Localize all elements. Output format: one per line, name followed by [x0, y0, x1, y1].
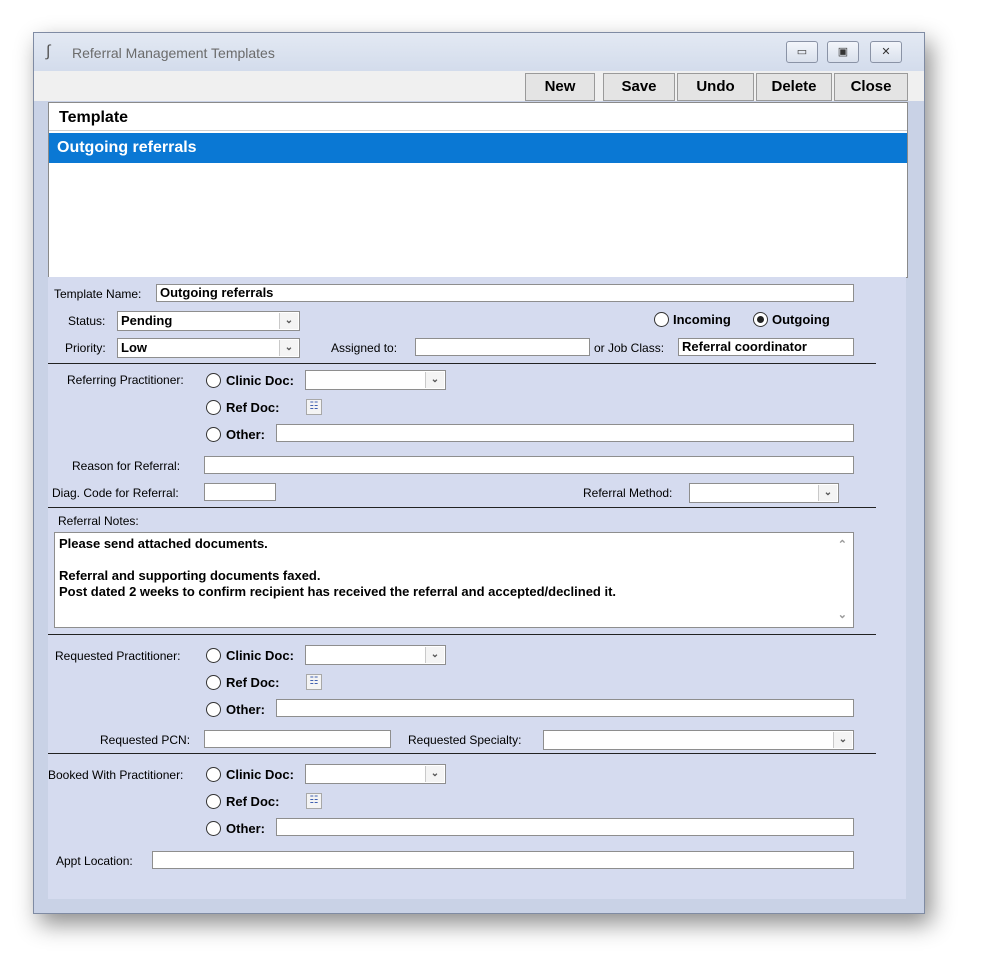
requested-clinic-doc-select[interactable]: ⌄ [305, 645, 446, 665]
notes-line [59, 552, 825, 568]
outgoing-label: Outgoing [772, 312, 830, 327]
booked-other-input[interactable] [276, 818, 854, 836]
outgoing-radio[interactable] [753, 312, 768, 327]
chevron-down-icon: ⌄ [818, 485, 837, 501]
appt-location-label: Appt Location: [56, 854, 133, 868]
booked-ref-doc-lookup-icon[interactable]: ☷ [306, 793, 322, 809]
app-icon: ∫ [46, 43, 51, 60]
minimize-icon: ▭ [796, 46, 808, 58]
new-button[interactable]: New [525, 73, 595, 101]
referral-notes-label: Referral Notes: [58, 514, 139, 528]
close-button[interactable]: Close [834, 73, 908, 101]
chevron-down-icon: ⌄ [279, 313, 298, 329]
job-class-input[interactable]: Referral coordinator [678, 338, 854, 356]
requested-pcn-label: Requested PCN: [100, 733, 191, 747]
maximize-icon: ▣ [837, 46, 849, 58]
incoming-label: Incoming [673, 312, 731, 327]
job-class-label: or Job Class: [594, 341, 665, 355]
section-divider [48, 753, 876, 754]
chevron-down-icon: ⌄ [425, 372, 444, 388]
requested-clinic-doc-label: Clinic Doc: [226, 648, 294, 663]
appt-location-input[interactable] [152, 851, 854, 869]
close-icon: ✕ [881, 46, 891, 58]
template-list[interactable]: Template Outgoing referrals [48, 102, 908, 278]
status-select[interactable]: Pending ⌄ [117, 311, 300, 331]
referring-other-radio[interactable] [206, 427, 221, 442]
status-value: Pending [121, 313, 173, 328]
requested-ref-doc-label: Ref Doc: [226, 675, 280, 690]
template-name-label: Template Name: [54, 287, 142, 301]
notes-line: Referral and supporting documents faxed. [59, 568, 321, 583]
requested-practitioner-label: Requested Practitioner: [55, 649, 181, 663]
section-divider [48, 363, 876, 364]
priority-label: Priority: [65, 341, 106, 355]
maximize-button[interactable]: ▣ [827, 41, 859, 63]
referring-clinic-doc-select[interactable]: ⌄ [305, 370, 446, 390]
chevron-down-icon: ⌄ [425, 647, 444, 663]
booked-practitioner-label: Booked With Practitioner: [48, 768, 184, 782]
requested-pcn-input[interactable] [204, 730, 391, 748]
priority-value: Low [121, 340, 147, 355]
referring-clinic-doc-radio[interactable] [206, 373, 221, 388]
assigned-to-input[interactable] [415, 338, 590, 356]
section-divider [48, 634, 876, 635]
referring-other-label: Other: [226, 427, 265, 442]
referring-clinic-doc-label: Clinic Doc: [226, 373, 294, 388]
booked-ref-doc-label: Ref Doc: [226, 794, 280, 809]
minimize-button[interactable]: ▭ [786, 41, 818, 63]
referring-other-input[interactable] [276, 424, 854, 442]
requested-other-input[interactable] [276, 699, 854, 717]
requested-other-label: Other: [226, 702, 265, 717]
notes-line: Please send attached documents. [59, 536, 268, 551]
booked-other-label: Other: [226, 821, 265, 836]
booked-ref-doc-radio[interactable] [206, 794, 221, 809]
booked-clinic-doc-radio[interactable] [206, 767, 221, 782]
requested-ref-doc-radio[interactable] [206, 675, 221, 690]
requested-specialty-label: Requested Specialty: [408, 733, 522, 747]
referral-method-select[interactable]: ⌄ [689, 483, 839, 503]
requested-ref-doc-lookup-icon[interactable]: ☷ [306, 674, 322, 690]
incoming-radio[interactable] [654, 312, 669, 327]
scroll-up-icon[interactable]: ⌃ [838, 537, 847, 553]
template-column-header: Template [49, 103, 907, 131]
template-row[interactable]: Outgoing referrals [49, 133, 907, 163]
toolbar: New Save Undo Delete Close [34, 71, 924, 101]
diag-code-label: Diag. Code for Referral: [52, 486, 179, 500]
requested-specialty-select[interactable]: ⌄ [543, 730, 854, 750]
referral-templates-window: ∫ Referral Management Templates ▭ ▣ ✕ Ne… [33, 32, 925, 914]
delete-button[interactable]: Delete [756, 73, 832, 101]
chevron-down-icon: ⌄ [833, 732, 852, 748]
window-title: Referral Management Templates [72, 45, 275, 61]
referring-practitioner-label: Referring Practitioner: [67, 373, 184, 387]
referring-ref-doc-lookup-icon[interactable]: ☷ [306, 399, 322, 415]
assigned-to-label: Assigned to: [331, 341, 398, 355]
booked-clinic-doc-select[interactable]: ⌄ [305, 764, 446, 784]
chevron-down-icon: ⌄ [425, 766, 444, 782]
save-button[interactable]: Save [603, 73, 675, 101]
status-label: Status: [68, 314, 106, 328]
scroll-down-icon[interactable]: ⌄ [838, 607, 847, 623]
booked-clinic-doc-label: Clinic Doc: [226, 767, 294, 782]
template-form: Template Name: Outgoing referrals Status… [48, 277, 906, 899]
referral-notes-textarea[interactable]: Please send attached documents. Referral… [54, 532, 854, 628]
template-name-input[interactable]: Outgoing referrals [156, 284, 854, 302]
chevron-down-icon: ⌄ [279, 340, 298, 356]
reason-label: Reason for Referral: [72, 459, 181, 473]
undo-button[interactable]: Undo [677, 73, 754, 101]
referring-ref-doc-radio[interactable] [206, 400, 221, 415]
close-window-button[interactable]: ✕ [870, 41, 902, 63]
referral-method-label: Referral Method: [583, 486, 673, 500]
title-bar: ∫ Referral Management Templates ▭ ▣ ✕ [34, 33, 924, 71]
section-divider [48, 507, 876, 508]
diag-code-input[interactable] [204, 483, 276, 501]
notes-line: Post dated 2 weeks to confirm recipient … [59, 584, 617, 599]
priority-select[interactable]: Low ⌄ [117, 338, 300, 358]
booked-other-radio[interactable] [206, 821, 221, 836]
requested-other-radio[interactable] [206, 702, 221, 717]
referring-ref-doc-label: Ref Doc: [226, 400, 280, 415]
requested-clinic-doc-radio[interactable] [206, 648, 221, 663]
reason-input[interactable] [204, 456, 854, 474]
